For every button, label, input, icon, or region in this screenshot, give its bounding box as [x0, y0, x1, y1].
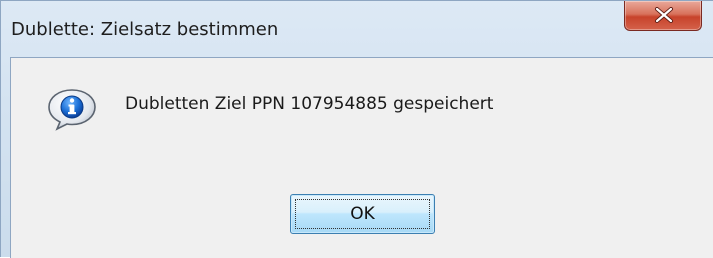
ok-button[interactable]: OK [290, 194, 435, 234]
dialog-body: Dubletten Ziel PPN 107954885 gespeichert… [10, 57, 713, 258]
ok-button-label: OK [350, 204, 375, 224]
dialog-message: Dubletten Ziel PPN 107954885 gespeichert [125, 94, 494, 114]
title-bar[interactable]: Dublette: Zielsatz bestimmen [1, 1, 712, 57]
close-icon [655, 7, 673, 23]
close-button[interactable] [624, 1, 702, 31]
dialog-window: Dublette: Zielsatz bestimmen Dubletten Z… [0, 0, 713, 258]
window-title: Dublette: Zielsatz bestimmen [11, 19, 279, 40]
info-icon [48, 89, 96, 131]
